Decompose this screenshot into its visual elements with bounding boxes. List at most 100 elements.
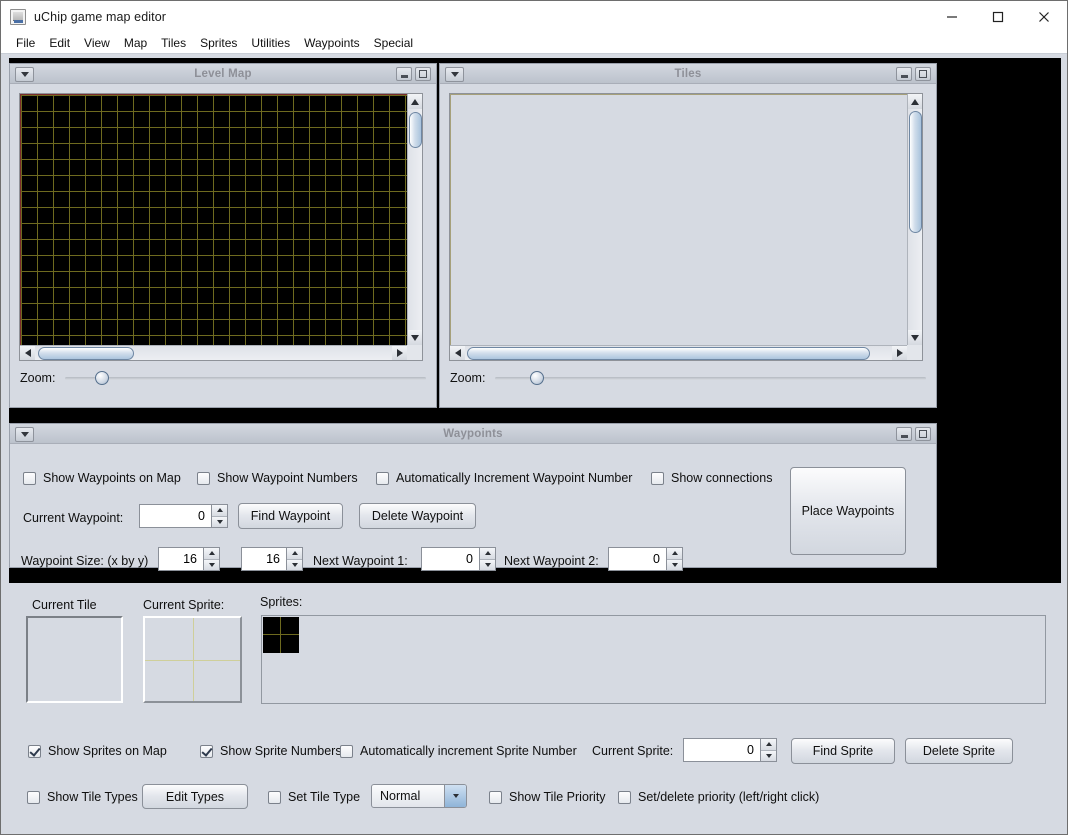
- next-waypoint-2-spinner[interactable]: 0: [608, 547, 683, 571]
- tiles-minimize-icon[interactable]: [896, 67, 912, 81]
- menu-item-special[interactable]: Special: [367, 34, 420, 52]
- next-waypoint-1-spinner[interactable]: 0: [421, 547, 496, 571]
- spinner-buttons[interactable]: [760, 738, 777, 762]
- menu-item-edit[interactable]: Edit: [42, 34, 77, 52]
- current-waypoint-spinner[interactable]: 0: [139, 504, 228, 528]
- close-icon[interactable]: [1021, 1, 1067, 32]
- level-map-hscroll-thumb[interactable]: [38, 347, 134, 360]
- checkbox-box-icon[interactable]: [340, 744, 353, 758]
- menu-item-tiles[interactable]: Tiles: [154, 34, 193, 52]
- checkbox-set-delete-priority[interactable]: Set/delete priority (left/right click): [618, 790, 819, 804]
- level-map-vertical-scrollbar[interactable]: [407, 94, 422, 345]
- spinner-buttons[interactable]: [479, 547, 496, 571]
- checkbox-show-connections[interactable]: Show connections: [651, 471, 772, 485]
- maximize-icon[interactable]: [975, 1, 1021, 32]
- tiles-vscroll-thumb[interactable]: [909, 111, 922, 233]
- spinner-up-icon[interactable]: [480, 548, 495, 559]
- menu-item-view[interactable]: View: [77, 34, 117, 52]
- waypoint-size-y-value[interactable]: 16: [241, 547, 286, 571]
- find-waypoint-button[interactable]: Find Waypoint: [238, 503, 343, 529]
- menu-item-utilities[interactable]: Utilities: [244, 34, 297, 52]
- checkbox-show-sprites-on-map[interactable]: Show Sprites on Map: [28, 744, 167, 758]
- spinner-buttons[interactable]: [666, 547, 683, 571]
- place-waypoints-button[interactable]: Place Waypoints: [790, 467, 906, 555]
- spinner-down-icon[interactable]: [667, 558, 682, 570]
- tiles-zoom-slider[interactable]: [495, 370, 926, 386]
- checkbox-show-sprite-numbers[interactable]: Show Sprite Numbers: [200, 744, 342, 758]
- chevron-down-icon[interactable]: [444, 785, 466, 807]
- scroll-down-icon[interactable]: [408, 330, 422, 345]
- menu-item-sprites[interactable]: Sprites: [193, 34, 244, 52]
- zoom-slider-knob[interactable]: [530, 371, 545, 385]
- checkbox-box-icon[interactable]: [28, 744, 41, 758]
- spinner-up-icon[interactable]: [287, 548, 302, 559]
- spinner-down-icon[interactable]: [287, 558, 302, 570]
- delete-sprite-button[interactable]: Delete Sprite: [905, 738, 1013, 764]
- checkbox-show-waypoints-on-map[interactable]: Show Waypoints on Map: [23, 471, 181, 485]
- find-sprite-button[interactable]: Find Sprite: [791, 738, 895, 764]
- scroll-up-icon[interactable]: [908, 94, 922, 109]
- tiles-vertical-scrollbar[interactable]: [907, 94, 922, 345]
- menu-item-file[interactable]: File: [9, 34, 42, 52]
- scroll-up-icon[interactable]: [408, 94, 422, 109]
- checkbox-box-icon[interactable]: [27, 790, 40, 804]
- next-waypoint-2-value[interactable]: 0: [608, 547, 666, 571]
- tiles-hscroll-thumb[interactable]: [467, 347, 870, 360]
- checkbox-box-icon[interactable]: [197, 471, 210, 485]
- checkbox-box-icon[interactable]: [376, 471, 389, 485]
- waypoint-size-y-spinner[interactable]: 16: [241, 547, 303, 571]
- spinner-buttons[interactable]: [211, 504, 228, 528]
- level-map-horizontal-scrollbar[interactable]: [20, 345, 407, 360]
- waypoints-system-menu-icon[interactable]: [15, 427, 34, 442]
- waypoints-minimize-icon[interactable]: [896, 427, 912, 441]
- current-sprite-swatch[interactable]: [143, 616, 242, 703]
- sprite-tile-0[interactable]: [263, 617, 299, 653]
- edit-types-button[interactable]: Edit Types: [142, 784, 248, 809]
- checkbox-box-icon[interactable]: [651, 471, 664, 485]
- spinner-down-icon[interactable]: [761, 749, 776, 761]
- menu-item-waypoints[interactable]: Waypoints: [297, 34, 367, 52]
- minimize-icon[interactable]: [929, 1, 975, 32]
- tiles-maximize-icon[interactable]: [915, 67, 931, 81]
- delete-waypoint-button[interactable]: Delete Waypoint: [359, 503, 476, 529]
- level-map-minimize-icon[interactable]: [396, 67, 412, 81]
- level-map-canvas[interactable]: [20, 94, 407, 345]
- checkbox-box-icon[interactable]: [23, 471, 36, 485]
- level-map-vscroll-thumb[interactable]: [409, 112, 422, 148]
- checkbox-show-tile-types[interactable]: Show Tile Types: [27, 790, 138, 804]
- tiles-horizontal-scrollbar[interactable]: [450, 345, 907, 360]
- scroll-right-icon[interactable]: [892, 346, 907, 360]
- bottom-current-sprite-spinner[interactable]: 0: [683, 738, 777, 762]
- checkbox-box-icon[interactable]: [268, 790, 281, 804]
- spinner-down-icon[interactable]: [212, 515, 227, 527]
- waypoints-maximize-icon[interactable]: [915, 427, 931, 441]
- next-waypoint-1-value[interactable]: 0: [421, 547, 479, 571]
- spinner-buttons[interactable]: [203, 547, 220, 571]
- level-map-zoom-slider[interactable]: [65, 370, 426, 386]
- level-map-maximize-icon[interactable]: [415, 67, 431, 81]
- menu-item-map[interactable]: Map: [117, 34, 154, 52]
- spinner-buttons[interactable]: [286, 547, 303, 571]
- spinner-up-icon[interactable]: [212, 505, 227, 516]
- checkbox-automatically-increment-waypoint-number[interactable]: Automatically Increment Waypoint Number: [376, 471, 632, 485]
- sprites-list[interactable]: [261, 615, 1046, 704]
- checkbox-box-icon[interactable]: [618, 790, 631, 804]
- spinner-up-icon[interactable]: [204, 548, 219, 559]
- spinner-up-icon[interactable]: [761, 739, 776, 750]
- checkbox-box-icon[interactable]: [489, 790, 502, 804]
- scroll-left-icon[interactable]: [20, 346, 35, 360]
- checkbox-automatically-increment-sprite-number[interactable]: Automatically increment Sprite Number: [340, 744, 577, 758]
- current-tile-swatch[interactable]: [26, 616, 123, 703]
- current-waypoint-value[interactable]: 0: [139, 504, 211, 528]
- scroll-down-icon[interactable]: [908, 330, 922, 345]
- tile-type-combobox[interactable]: Normal: [371, 784, 467, 808]
- bottom-current-sprite-value[interactable]: 0: [683, 738, 760, 762]
- checkbox-show-tile-priority[interactable]: Show Tile Priority: [489, 790, 606, 804]
- scroll-left-icon[interactable]: [450, 346, 465, 360]
- scroll-right-icon[interactable]: [392, 346, 407, 360]
- zoom-slider-knob[interactable]: [95, 371, 110, 385]
- tiles-canvas[interactable]: [450, 94, 907, 345]
- checkbox-box-icon[interactable]: [200, 744, 213, 758]
- checkbox-set-tile-type[interactable]: Set Tile Type: [268, 790, 360, 804]
- waypoint-size-x-spinner[interactable]: 16: [158, 547, 220, 571]
